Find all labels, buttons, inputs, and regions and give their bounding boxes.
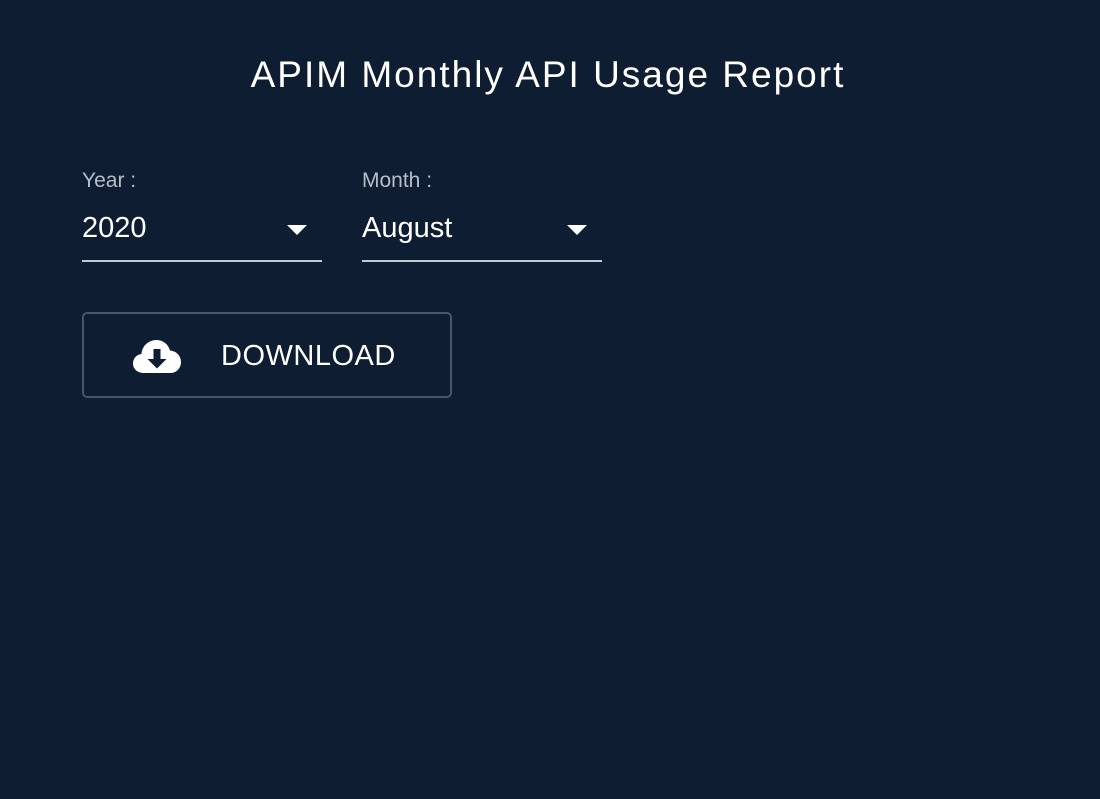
page-title: APIM Monthly API Usage Report: [250, 54, 846, 95]
year-label: Year :: [82, 169, 137, 192]
month-label: Month :: [362, 169, 433, 192]
month-select-value: August: [362, 212, 453, 244]
year-select[interactable]: 2020: [82, 206, 322, 262]
year-select-value: 2020: [82, 212, 147, 244]
cloud-download-icon: [133, 340, 181, 373]
year-field: Year : 2020: [82, 166, 322, 262]
download-button[interactable]: DOWNLOAD: [82, 312, 452, 398]
download-label: DOWNLOAD: [221, 340, 396, 372]
month-select[interactable]: August: [362, 206, 602, 262]
year-dropdown-arrow-icon: [287, 225, 307, 235]
month-field: Month : August: [362, 166, 602, 262]
month-dropdown-arrow-icon: [567, 225, 587, 235]
